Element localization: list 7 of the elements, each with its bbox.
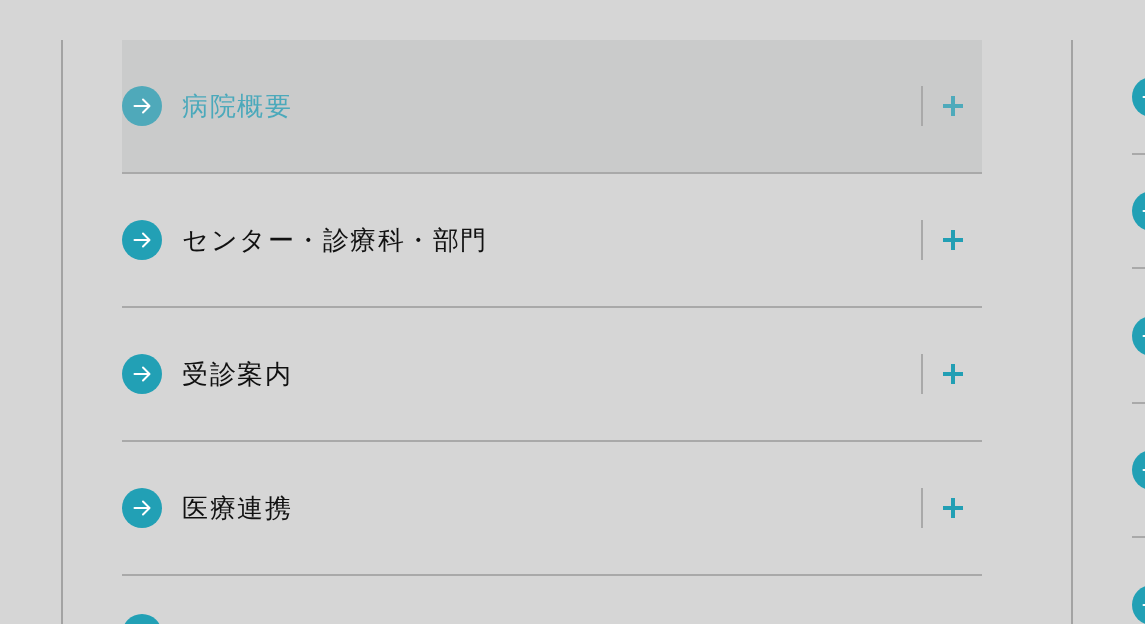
menu-link[interactable]: 受診案内: [122, 354, 921, 394]
plus-icon: [942, 498, 963, 518]
menu-link[interactable]: センター・診療科・部門: [122, 220, 921, 260]
plus-icon: [942, 96, 963, 116]
menu-link[interactable]: 医療連携: [122, 488, 921, 528]
plus-icon: [942, 230, 963, 250]
plus-icon: [942, 364, 963, 384]
